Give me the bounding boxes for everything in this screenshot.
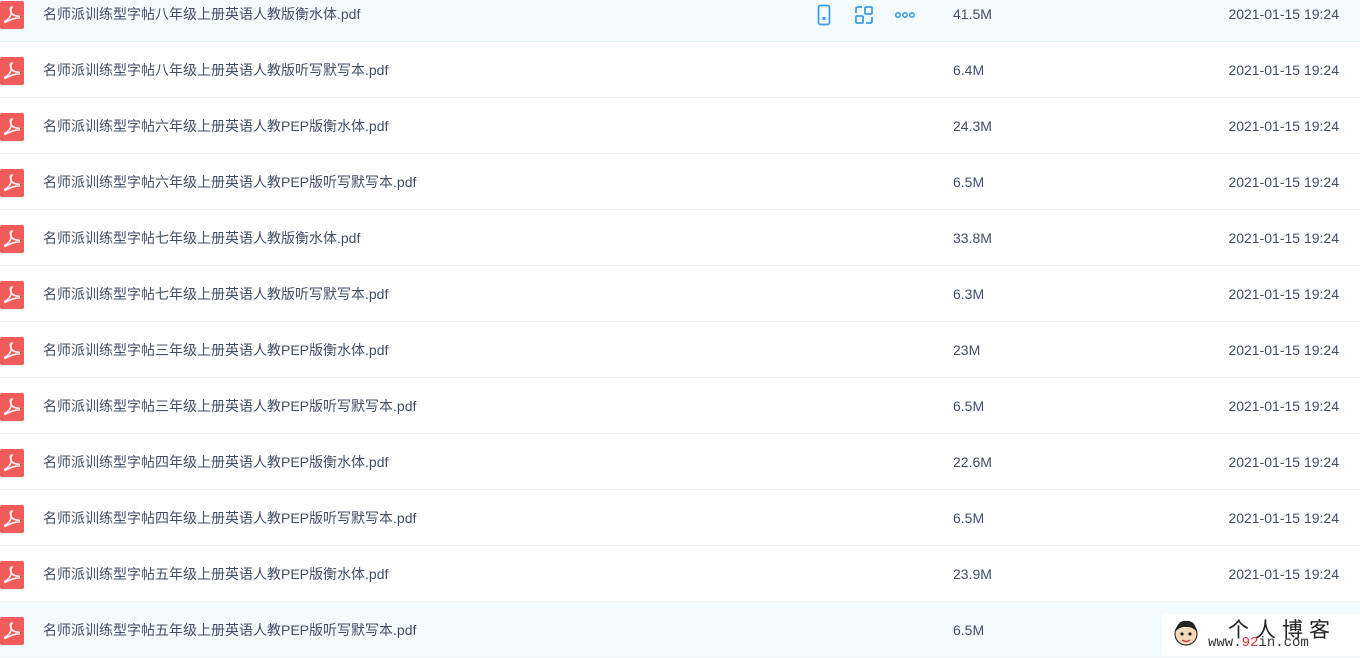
watermark-url: www.92in.com xyxy=(1208,635,1309,651)
more-icon[interactable] xyxy=(893,3,917,27)
file-name[interactable]: 名师派训练型字帖六年级上册英语人教PEP版听写默写本.pdf xyxy=(43,154,416,210)
file-name[interactable]: 名师派训练型字帖四年级上册英语人教PEP版听写默写本.pdf xyxy=(43,490,416,546)
pdf-file-icon xyxy=(0,1,24,29)
file-row[interactable]: 名师派训练型字帖六年级上册英语人教PEP版衡水体.pdf 24.3M 2021-01… xyxy=(0,98,1360,154)
file-name[interactable]: 名师派训练型字帖四年级上册英语人教PEP版衡水体.pdf xyxy=(43,434,388,490)
file-row[interactable]: 名师派训练型字帖八年级上册英语人教版衡水体.pdf 41.5M 2021-01-15… xyxy=(0,0,1360,42)
file-date: 2021-01-15 19:24 xyxy=(1228,566,1339,582)
file-name[interactable]: 名师派训练型字帖三年级上册英语人教PEP版听写默写本.pdf xyxy=(43,378,416,434)
file-row[interactable]: 名师派训练型字帖四年级上册英语人教PEP版听写默写本.pdf 6.5M 2021-0… xyxy=(0,490,1360,546)
file-row[interactable]: 名师派训练型字帖七年级上册英语人教版听写默写本.pdf 6.3M 2021-01-1… xyxy=(0,266,1360,322)
pdf-file-icon xyxy=(0,281,24,309)
file-name[interactable]: 名师派训练型字帖八年级上册英语人教版听写默写本.pdf xyxy=(43,42,388,98)
phone-icon[interactable] xyxy=(812,3,836,27)
file-size: 23.9M xyxy=(953,566,992,582)
pdf-file-icon xyxy=(0,57,24,85)
file-size: 33.8M xyxy=(953,230,992,246)
file-list: 名师派训练型字帖八年级上册英语人教版衡水体.pdf 41.5M 2021-01-15… xyxy=(0,0,1360,658)
file-date: 2021-01-15 19:24 xyxy=(1228,510,1339,526)
pdf-file-icon xyxy=(0,561,24,589)
file-date: 2021-01-15 19:24 xyxy=(1228,62,1339,78)
pdf-file-icon xyxy=(0,225,24,253)
file-name[interactable]: 名师派训练型字帖三年级上册英语人教PEP版衡水体.pdf xyxy=(43,322,388,378)
file-name[interactable]: 名师派训练型字帖七年级上册英语人教版衡水体.pdf xyxy=(43,210,360,266)
file-size: 6.4M xyxy=(953,62,985,78)
pdf-file-icon xyxy=(0,505,24,533)
file-size: 41.5M xyxy=(953,6,992,22)
file-size: 6.5M xyxy=(953,174,985,190)
file-date: 2021-01-15 19:24 xyxy=(1228,454,1339,470)
cartoon-face-icon xyxy=(1174,620,1198,646)
file-size: 22.6M xyxy=(953,454,992,470)
file-date: 2021-01-15 19:24 xyxy=(1228,174,1339,190)
file-row[interactable]: 名师派训练型字帖四年级上册英语人教PEP版衡水体.pdf 22.6M 2021-01… xyxy=(0,434,1360,490)
file-size: 6.5M xyxy=(953,398,985,414)
file-name[interactable]: 名师派训练型字帖五年级上册英语人教PEP版衡水体.pdf xyxy=(43,546,388,602)
pdf-file-icon xyxy=(0,337,24,365)
file-size: 6.3M xyxy=(953,286,985,302)
file-name[interactable]: 名师派训练型字帖六年级上册英语人教PEP版衡水体.pdf xyxy=(43,98,388,154)
file-size: 6.5M xyxy=(953,510,985,526)
pdf-file-icon xyxy=(0,169,24,197)
pdf-file-icon xyxy=(0,113,24,141)
file-date: 2021-01-15 19:24 xyxy=(1228,398,1339,414)
pdf-file-icon xyxy=(0,449,24,477)
file-row[interactable]: 名师派训练型字帖六年级上册英语人教PEP版听写默写本.pdf 6.5M 2021-0… xyxy=(0,154,1360,210)
pdf-file-icon xyxy=(0,393,24,421)
file-size: 6.5M xyxy=(953,622,985,638)
file-date: 2021-01-15 19:24 xyxy=(1228,6,1339,22)
file-name[interactable]: 名师派训练型字帖八年级上册英语人教版衡水体.pdf xyxy=(43,0,360,42)
file-row[interactable]: 名师派训练型字帖五年级上册英语人教PEP版听写默写本.pdf 6.5M xyxy=(0,602,1360,658)
file-date: 2021-01-15 19:24 xyxy=(1228,286,1339,302)
file-row[interactable]: 名师派训练型字帖五年级上册英语人教PEP版衡水体.pdf 23.9M 2021-01… xyxy=(0,546,1360,602)
file-row[interactable]: 名师派训练型字帖三年级上册英语人教PEP版衡水体.pdf 23M 2021-01-1… xyxy=(0,322,1360,378)
file-row[interactable]: 名师派训练型字帖七年级上册英语人教版衡水体.pdf 33.8M 2021-01-15… xyxy=(0,210,1360,266)
share-icon[interactable] xyxy=(852,3,876,27)
file-name[interactable]: 名师派训练型字帖五年级上册英语人教PEP版听写默写本.pdf xyxy=(43,602,416,658)
file-size: 23M xyxy=(953,342,981,358)
file-date: 2021-01-15 19:24 xyxy=(1228,342,1339,358)
file-row[interactable]: 名师派训练型字帖三年级上册英语人教PEP版听写默写本.pdf 6.5M 2021-0… xyxy=(0,378,1360,434)
file-date: 2021-01-15 19:24 xyxy=(1228,118,1339,134)
watermark: 个人博客 www.92in.com xyxy=(1162,614,1360,656)
file-row[interactable]: 名师派训练型字帖八年级上册英语人教版听写默写本.pdf 6.4M 2021-01-1… xyxy=(0,42,1360,98)
file-size: 24.3M xyxy=(953,118,992,134)
file-name[interactable]: 名师派训练型字帖七年级上册英语人教版听写默写本.pdf xyxy=(43,266,388,322)
file-date: 2021-01-15 19:24 xyxy=(1228,230,1339,246)
pdf-file-icon xyxy=(0,617,24,645)
